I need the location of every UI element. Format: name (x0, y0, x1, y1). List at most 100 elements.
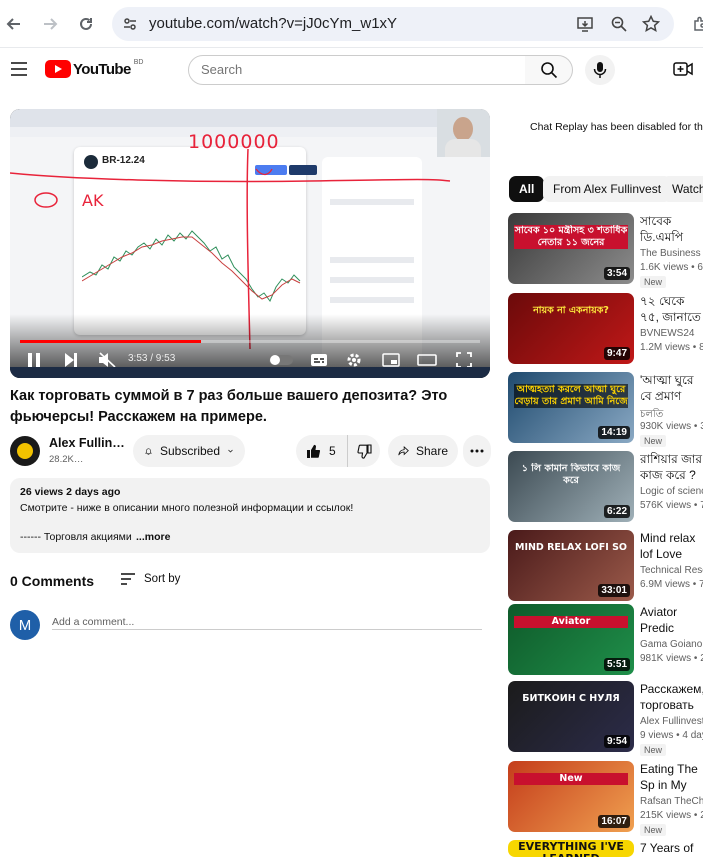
recommendation-channel[interactable]: Logic of science (640, 486, 703, 497)
recommendation-item[interactable]: সাবেক ১০ মন্ত্রীসহ ৩ শতাধিক নেতার ১১ জনে… (508, 213, 703, 288)
like-button[interactable]: 5 (296, 435, 348, 467)
chip-all[interactable]: All (509, 176, 545, 202)
dislike-button[interactable] (348, 435, 380, 467)
recommendation-title[interactable]: 7 Years of Cry (640, 840, 703, 856)
video-duration: 14:19 (598, 426, 630, 439)
voice-search-button[interactable] (585, 55, 615, 85)
recommendation-thumbnail[interactable]: EVERYTHING I'VE LEARNED (508, 840, 634, 857)
recommendation-thumbnail[interactable]: MIND RELAX LOFI SO 33:01 (508, 530, 634, 601)
thumbnail-caption: БИТКОИН С НУЛЯ (522, 693, 620, 704)
thumbnail-caption: আত্মহত্যা করলে আত্মা ঘুরে বেড়ায় তার প্… (514, 384, 628, 408)
back-icon[interactable] (0, 10, 28, 38)
new-badge: New (640, 276, 667, 288)
recommendation-title[interactable]: ৭২ ঘেকে ৭৫, জানাতে দেয়া ব (640, 293, 703, 325)
extensions-icon[interactable] (686, 10, 703, 38)
recommendation-title[interactable]: Mind relax lof Love mashup (640, 530, 703, 562)
add-comment-field[interactable]: Add a comment... (52, 612, 482, 630)
more-actions-button[interactable] (463, 435, 491, 467)
recommendation-meta: 9 views • 4 day (640, 730, 703, 741)
recommendation-thumbnail[interactable]: Aviator 5:51 (508, 604, 634, 675)
thumbnail-caption: EVERYTHING I'VE LEARNED (518, 841, 624, 857)
show-more-link[interactable]: ...more (136, 531, 170, 543)
chip-watched[interactable]: Watche (662, 176, 703, 202)
install-app-icon[interactable] (576, 15, 594, 38)
recommendation-thumbnail[interactable]: নায়ক না একনায়ক? 9:47 (508, 293, 634, 364)
sort-label: Sort by (144, 573, 181, 585)
video-duration: 9:54 (603, 735, 630, 748)
search-input[interactable] (201, 62, 501, 77)
description-line-2: ------ Торговля акциями (20, 531, 132, 543)
recommendation-channel[interactable]: The Business St (640, 248, 703, 259)
microphone-icon (593, 62, 607, 78)
reload-icon[interactable] (72, 10, 100, 38)
add-comment-placeholder: Add a comment... (52, 616, 135, 628)
user-avatar: M (10, 610, 40, 640)
recommendation-title[interactable]: 'আত্মা ঘুরে বে প্রমাণ আমি নি (640, 372, 703, 404)
url-text: youtube.com/watch?v=jJ0cYm_w1xY (149, 15, 398, 32)
recommendation-channel[interactable]: Rafsan TheChot (640, 796, 703, 807)
recommendation-item[interactable]: EVERYTHING I'VE LEARNED 7 Years of Cry (508, 840, 703, 860)
chat-replay-notice: Chat Replay has been disabled for thi (530, 121, 703, 133)
recommendation-thumbnail[interactable]: ১ লি কামান কিভাবে কাজ করে 6:22 (508, 451, 634, 522)
recommendation-thumbnail[interactable]: আত্মহত্যা করলে আত্মা ঘুরে বেড়ায় তার প্… (508, 372, 634, 443)
site-settings-icon[interactable] (122, 16, 138, 37)
recommendation-thumbnail[interactable]: БИТКОИН С НУЛЯ 9:54 (508, 681, 634, 752)
like-count: 5 (329, 444, 336, 458)
time-display: 3:53 / 9:53 (128, 353, 176, 364)
menu-icon[interactable] (10, 61, 28, 82)
recommendation-thumbnail[interactable]: সাবেক ১০ মন্ত্রীসহ ৩ শতাধিক নেতার ১১ জনে… (508, 213, 634, 284)
video-duration: 9:47 (603, 347, 630, 360)
recommendation-title[interactable]: Aviator Predic ONLINE in 20 (640, 604, 703, 636)
youtube-play-logo-icon (45, 60, 71, 78)
share-button[interactable]: Share (388, 435, 458, 467)
recommendation-title[interactable]: সাবেক ডি.এমপি কমিশনারসহ ১ (640, 213, 703, 245)
bookmark-star-icon[interactable] (641, 14, 661, 38)
recommendation-thumbnail[interactable]: New 16:07 (508, 761, 634, 832)
create-video-icon[interactable] (673, 60, 693, 83)
video-title: Как торговать суммой в 7 раз больше ваше… (10, 388, 448, 425)
recommendation-meta: 1.2M views • 8 (640, 342, 703, 353)
forward-icon[interactable] (36, 10, 64, 38)
recommendation-item[interactable]: Aviator 5:51 Aviator Predic ONLINE in 20 Ga… (508, 604, 703, 676)
progress-bar[interactable] (20, 340, 480, 343)
video-duration: 33:01 (598, 584, 630, 597)
zoom-icon[interactable] (610, 15, 628, 38)
youtube-logo[interactable]: YouTube BD (45, 58, 144, 78)
recommendation-item[interactable]: MIND RELAX LOFI SO 33:01 Mind relax lof Lo… (508, 530, 703, 602)
chip-from-channel[interactable]: From Alex Fullinvest (543, 176, 672, 202)
recommendation-channel[interactable]: BVNEWS24 (640, 328, 703, 339)
subscribed-button[interactable]: Subscribed (133, 435, 245, 467)
search-box[interactable] (188, 55, 526, 85)
more-horizontal-icon (470, 449, 484, 453)
youtube-header: YouTube BD (0, 48, 703, 90)
recommendation-title[interactable]: Расскажем, торговать фь (640, 681, 703, 713)
address-bar[interactable]: youtube.com/watch?v=jJ0cYm_w1xY (112, 7, 674, 41)
description-box[interactable]: 26 views 2 days ago Смотрите - ниже в оп… (10, 478, 490, 553)
recommendation-item[interactable]: БИТКОИН С НУЛЯ 9:54 Расскажем, торговать ф… (508, 681, 703, 756)
recommendation-title[interactable]: রাশিয়ার জার কাজ করে ? পু (640, 451, 703, 483)
channel-name[interactable]: Alex Fullin… (49, 436, 125, 450)
recommendation-channel[interactable]: Technical Resea (640, 565, 703, 576)
thumbnail-caption: MIND RELAX LOFI SO (514, 542, 627, 553)
search-button[interactable] (525, 55, 573, 85)
recommendation-meta: 930K views • 3 (640, 421, 703, 432)
recommendation-item[interactable]: New 16:07 Eating The Sp in My City | JC Raf… (508, 761, 703, 836)
bell-icon (145, 448, 152, 455)
recommendation-item[interactable]: ১ লি কামান কিভাবে কাজ করে 6:22 রাশিয়ার জা… (508, 451, 703, 523)
recommendation-title[interactable]: Eating The Sp in My City | JC (640, 761, 703, 793)
logo-text: YouTube (73, 60, 131, 78)
recommendation-item[interactable]: আত্মহত্যা করলে আত্মা ঘুরে বেড়ায় তার প্… (508, 372, 703, 447)
region-code: BD (133, 58, 144, 66)
channel-avatar[interactable] (10, 436, 40, 466)
sort-comments-button[interactable]: Sort by (120, 572, 180, 586)
recommendation-item[interactable]: নায়ক না একনায়ক? 9:47 ৭২ ঘেকে ৭৫, জানাতে … (508, 293, 703, 365)
video-player[interactable]: BR-12.24 1000000 AK 3:53 / 9:53 (10, 109, 490, 378)
recommendation-channel[interactable]: Gama Goiano (640, 639, 703, 650)
browser-toolbar: youtube.com/watch?v=jJ0cYm_w1xY (0, 0, 703, 48)
thumbnail-caption: সাবেক ১০ মন্ত্রীসহ ৩ শতাধিক নেতার ১১ জনে… (514, 225, 628, 249)
chevron-down-icon (228, 449, 233, 453)
recommendation-channel[interactable]: Alex Fullinvest (640, 716, 703, 727)
sort-icon (121, 573, 135, 585)
share-icon (398, 445, 409, 456)
new-badge: New (640, 435, 667, 447)
